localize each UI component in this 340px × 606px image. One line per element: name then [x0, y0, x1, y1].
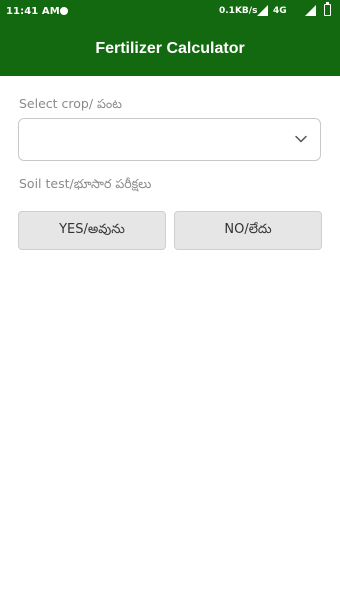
- crop-label: Select crop/ పంట: [19, 96, 122, 111]
- signal-icon: [305, 5, 316, 16]
- status-time: 11:41 AM: [6, 6, 60, 17]
- network-type: 4G: [273, 6, 287, 16]
- signal-icon: [257, 5, 268, 16]
- chevron-down-icon: [295, 135, 307, 143]
- status-bar: 11:41 AM 0.1KB/s 4G: [0, 0, 340, 24]
- app-header: 11:41 AM 0.1KB/s 4G Fertilizer Calculato…: [0, 0, 340, 76]
- page-title: Fertilizer Calculator: [95, 40, 245, 57]
- network-speed: 0.1KB/s: [219, 6, 258, 16]
- battery-icon: [324, 2, 331, 16]
- no-button[interactable]: NO/లేదు: [174, 211, 322, 250]
- crop-select[interactable]: [18, 118, 321, 161]
- yes-button[interactable]: YES/అవును: [18, 211, 166, 250]
- soil-test-label: Soil test/భూసార పరీక్షలు: [19, 176, 152, 191]
- notification-icon: [60, 7, 68, 15]
